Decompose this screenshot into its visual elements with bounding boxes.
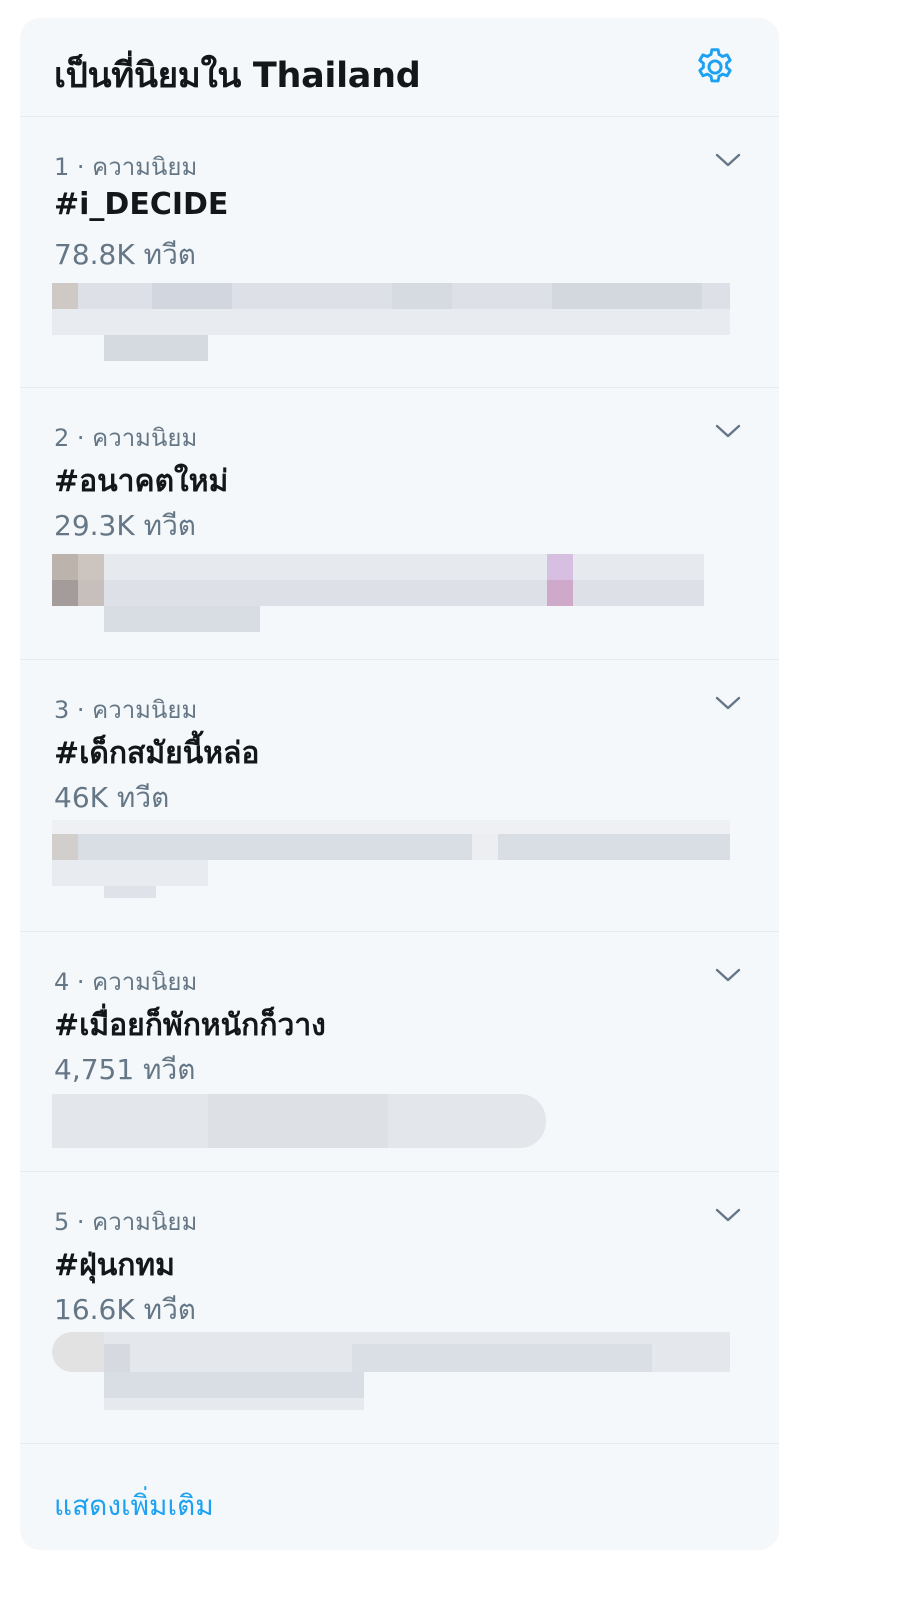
trend-item[interactable]: 2 · ความนิยม #อนาคตใหม่ 29.3K ทวีต (20, 388, 779, 660)
trend-tweet-count: 4,751 ทวีต (54, 1053, 196, 1086)
trends-widget: เป็นที่นิยมใน Thailand 1 · ความนิยม #i_D… (20, 18, 779, 1550)
trend-rank-meta: 5 · ความนิยม (54, 1208, 198, 1236)
gear-icon[interactable] (693, 45, 737, 89)
trend-item[interactable]: 4 · ความนิยม #เมื่อยก็พักหนักก็วาง 4,751… (20, 932, 779, 1172)
trend-item[interactable]: 3 · ความนิยม #เด็กสมัยนี้หล่อ 46K ทวีต (20, 660, 779, 932)
trend-tweet-count: 29.3K ทวีต (54, 509, 196, 542)
chevron-down-icon[interactable] (713, 149, 743, 171)
trend-tweet-count: 16.6K ทวีต (54, 1293, 196, 1326)
chevron-down-icon[interactable] (713, 420, 743, 442)
chevron-down-icon[interactable] (713, 692, 743, 714)
show-more-link[interactable]: แสดงเพิ่มเติม (54, 1484, 214, 1528)
blurred-trend-context (52, 283, 730, 367)
trend-tweet-count: 46K ทวีต (54, 781, 170, 814)
trend-rank-meta: 3 · ความนิยม (54, 696, 198, 724)
trend-hashtag[interactable]: #เด็กสมัยนี้หล่อ (54, 730, 259, 777)
trend-rank-meta: 4 · ความนิยม (54, 968, 198, 996)
trend-hashtag[interactable]: #อนาคตใหม่ (54, 458, 228, 505)
chevron-down-icon[interactable] (713, 1204, 743, 1226)
blurred-trend-context (52, 820, 730, 904)
trend-hashtag[interactable]: #i_DECIDE (54, 187, 228, 222)
blurred-trend-context (52, 1094, 730, 1148)
blurred-trend-context (52, 1332, 730, 1416)
widget-title: เป็นที่นิยมใน Thailand (54, 56, 421, 96)
widget-header: เป็นที่นิยมใน Thailand (20, 18, 779, 117)
trend-item[interactable]: 5 · ความนิยม #ฝุ่นกทม 16.6K ทวีต (20, 1172, 779, 1444)
trend-hashtag[interactable]: #ฝุ่นกทม (54, 1242, 175, 1289)
trend-tweet-count: 78.8K ทวีต (54, 238, 196, 271)
widget-footer: แสดงเพิ่มเติม (20, 1444, 779, 1550)
chevron-down-icon[interactable] (713, 964, 743, 986)
trend-item[interactable]: 1 · ความนิยม #i_DECIDE 78.8K ทวีต (20, 117, 779, 388)
trend-rank-meta: 1 · ความนิยม (54, 153, 198, 181)
trend-rank-meta: 2 · ความนิยม (54, 424, 198, 452)
trend-hashtag[interactable]: #เมื่อยก็พักหนักก็วาง (54, 1002, 326, 1049)
blurred-trend-context (52, 554, 730, 638)
